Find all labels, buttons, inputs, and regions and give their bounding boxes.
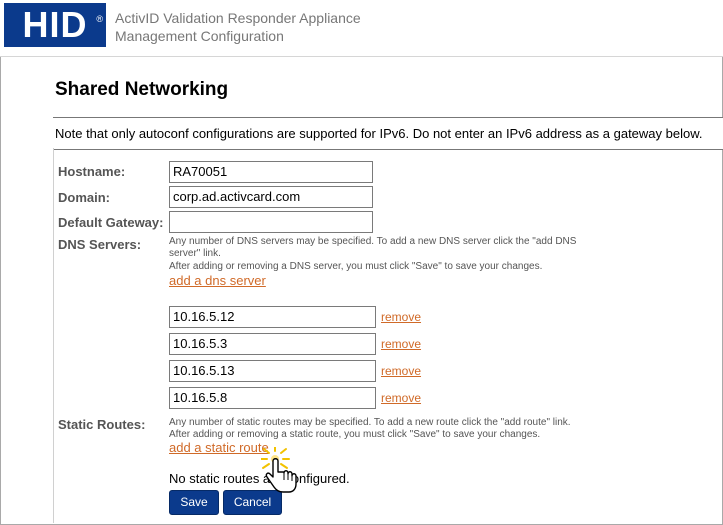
default-gateway-label: Default Gateway: <box>58 215 164 230</box>
dns-help-line3: After adding or removing a DNS server, y… <box>169 261 543 272</box>
save-button[interactable]: Save <box>169 490 219 515</box>
logo-registered-mark: ® <box>96 14 104 24</box>
dns-help-line2: server" link. <box>169 248 221 259</box>
page-title: Shared Networking <box>55 79 229 100</box>
hand-pointer-icon <box>261 447 297 493</box>
domain-input[interactable]: corp.ad.activcard.com <box>169 186 373 208</box>
routes-help-line1: Any number of static routes may be speci… <box>169 417 571 428</box>
dns-server-input[interactable]: 10.16.5.3 <box>169 333 376 355</box>
remove-dns-server-link[interactable]: remove <box>381 364 421 378</box>
dns-help-line1: Any number of DNS servers may be specifi… <box>169 236 577 247</box>
add-static-route-link[interactable]: add a static route <box>169 440 269 455</box>
ipv6-note-box: Note that only autoconf configurations a… <box>53 117 723 150</box>
form-left-divider <box>53 148 54 523</box>
domain-label: Domain: <box>58 190 110 205</box>
hid-logo: HID ® <box>4 3 106 47</box>
add-dns-server-link[interactable]: add a dns server <box>169 273 266 288</box>
hostname-input[interactable]: RA70051 <box>169 161 373 183</box>
app-title-line2: Management Configuration <box>115 28 284 44</box>
static-routes-status: No static routes are configured. <box>169 471 350 486</box>
default-gateway-input[interactable] <box>169 211 373 233</box>
app-title-line1: ActivID Validation Responder Appliance <box>115 10 361 26</box>
remove-dns-server-link[interactable]: remove <box>381 337 421 351</box>
ipv6-note: Note that only autoconf configurations a… <box>55 126 703 141</box>
remove-dns-server-link[interactable]: remove <box>381 310 421 324</box>
dns-server-input[interactable]: 10.16.5.13 <box>169 360 376 382</box>
remove-dns-server-link[interactable]: remove <box>381 391 421 405</box>
dns-server-input[interactable]: 10.16.5.8 <box>169 387 376 409</box>
dns-servers-label: DNS Servers: <box>58 237 142 252</box>
dns-server-input[interactable]: 10.16.5.12 <box>169 306 376 328</box>
static-routes-label: Static Routes: <box>58 417 146 432</box>
hostname-label: Hostname: <box>58 164 126 179</box>
logo-text: HID <box>22 4 88 45</box>
app-header: HID ® ActivID Validation Responder Appli… <box>0 0 723 57</box>
